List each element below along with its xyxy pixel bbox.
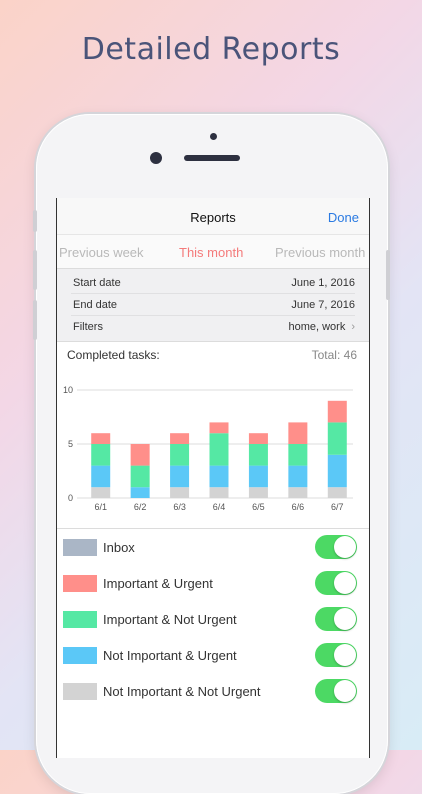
period-previous-month[interactable]: Previous month <box>275 245 365 260</box>
bar-segment <box>288 444 308 466</box>
completed-tasks-label: Completed tasks: <box>67 348 160 362</box>
period-previous-week[interactable]: Previous week <box>59 245 144 260</box>
bar-segment <box>248 487 268 498</box>
navigation-bar: Reports Done <box>57 198 369 234</box>
not-important-not-urgent-label: Not Important & Not Urgent <box>103 684 261 699</box>
x-tick-label: 6/7 <box>331 502 344 512</box>
end-date-value: June 7, 2016 <box>291 299 355 311</box>
start-date-label: Start date <box>73 277 121 289</box>
sensor-dot <box>210 133 217 140</box>
important-urgent-label: Important & Urgent <box>103 576 213 591</box>
chevron-right-icon: › <box>351 321 355 333</box>
legend-row-important-urgent: Important & Urgent <box>57 565 369 601</box>
important-not-urgent-label: Important & Not Urgent <box>103 612 237 627</box>
legend-row-important-not-urgent: Important & Not Urgent <box>57 601 369 637</box>
inbox-toggle[interactable] <box>315 535 357 559</box>
important-not-urgent-toggle[interactable] <box>315 607 357 631</box>
bar-segment <box>288 465 308 488</box>
not-important-urgent-label: Not Important & Urgent <box>103 648 237 663</box>
bar-segment <box>209 433 229 466</box>
period-this-month[interactable]: This month <box>179 245 243 260</box>
legend-row-inbox: Inbox <box>57 529 369 565</box>
bar-segment <box>91 444 111 466</box>
filters-value: home, work <box>288 321 346 333</box>
legend-row-not-important-not-urgent: Not Important & Not Urgent <box>57 673 369 709</box>
bar-segment <box>248 444 268 466</box>
filters-row[interactable]: Filters home, work › <box>71 315 355 337</box>
chart-bars <box>91 400 347 498</box>
bar-segment <box>170 465 190 488</box>
x-tick-label: 6/5 <box>252 502 265 512</box>
bar-segment <box>91 465 111 488</box>
toggle-knob <box>334 644 356 666</box>
x-tick-label: 6/1 <box>94 502 107 512</box>
nav-title: Reports <box>190 210 236 225</box>
bar-segment <box>91 433 111 444</box>
inbox-label: Inbox <box>103 540 135 555</box>
earpiece-speaker <box>184 155 240 161</box>
tasks-bar-chart: 0 5 10 6/1 6/2 6/3 6/4 6/5 6/6 6/7 <box>63 385 353 512</box>
filters-value-group: home, work › <box>288 321 355 333</box>
toggle-knob <box>334 680 356 702</box>
category-legend: Inbox Important & Urgent Important & Not… <box>57 528 369 709</box>
bar-segment <box>248 465 268 488</box>
bar-segment <box>170 433 190 444</box>
y-tick-label: 5 <box>68 439 73 449</box>
toggle-knob <box>334 572 356 594</box>
x-tick-label: 6/4 <box>213 502 226 512</box>
bar-segment <box>170 487 190 498</box>
bar-segment <box>209 422 229 434</box>
total-count: Total: 46 <box>311 348 357 362</box>
important-urgent-swatch <box>63 575 97 592</box>
important-not-urgent-swatch <box>63 611 97 628</box>
not-important-urgent-toggle[interactable] <box>315 643 357 667</box>
y-tick-label: 10 <box>63 385 73 395</box>
end-date-label: End date <box>73 299 118 311</box>
done-button[interactable]: Done <box>328 210 359 225</box>
start-date-value: June 1, 2016 <box>291 277 355 289</box>
x-tick-label: 6/3 <box>173 502 186 512</box>
toggle-knob <box>334 536 356 558</box>
not-important-not-urgent-swatch <box>63 683 97 700</box>
bar-segment <box>288 422 308 444</box>
y-tick-label: 0 <box>68 493 73 503</box>
power-button <box>386 250 390 300</box>
volume-down-button <box>33 300 37 340</box>
report-info: Start date June 1, 2016 End date June 7,… <box>57 268 369 342</box>
start-date-row[interactable]: Start date June 1, 2016 <box>71 271 355 294</box>
important-urgent-toggle[interactable] <box>315 571 357 595</box>
filters-label: Filters <box>73 321 103 333</box>
front-camera-icon <box>150 152 162 164</box>
bar-segment <box>288 487 308 498</box>
bar-segment <box>91 487 111 498</box>
bar-segment <box>209 465 229 488</box>
mute-switch <box>33 210 37 232</box>
not-important-urgent-swatch <box>63 647 97 664</box>
bar-segment <box>209 487 229 498</box>
inbox-swatch <box>63 539 97 556</box>
bar-segment <box>327 400 347 423</box>
bar-segment <box>170 444 190 466</box>
bar-segment <box>327 454 347 488</box>
volume-up-button <box>33 250 37 290</box>
app-screen: Reports Done Previous week This month Pr… <box>56 198 370 758</box>
headline: Detailed Reports <box>81 32 341 67</box>
bar-segment <box>327 422 347 455</box>
not-important-not-urgent-toggle[interactable] <box>315 679 357 703</box>
bar-segment <box>130 444 150 466</box>
bar-segment <box>248 433 268 444</box>
legend-row-not-important-urgent: Not Important & Urgent <box>57 637 369 673</box>
x-tick-label: 6/6 <box>292 502 305 512</box>
bar-segment <box>130 465 150 488</box>
bar-segment <box>130 487 150 498</box>
end-date-row[interactable]: End date June 7, 2016 <box>71 293 355 316</box>
bar-segment <box>327 487 347 498</box>
toggle-knob <box>334 608 356 630</box>
x-tick-label: 6/2 <box>134 502 147 512</box>
period-selector[interactable]: Previous week This month Previous month <box>57 234 369 269</box>
